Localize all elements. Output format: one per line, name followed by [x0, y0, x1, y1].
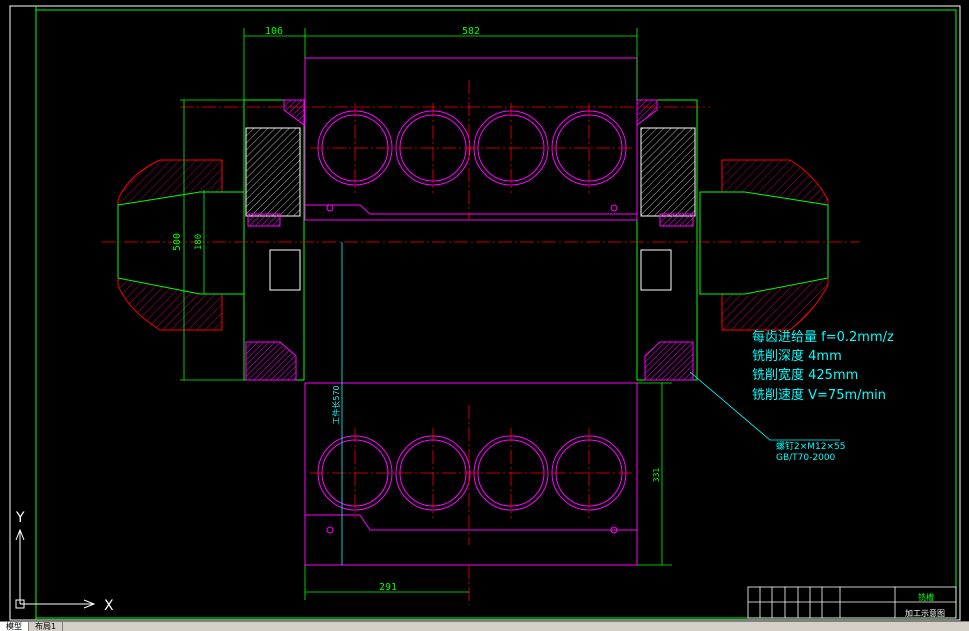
left-cutter-head — [243, 99, 305, 381]
dim-inner-height: 180 — [194, 234, 204, 250]
dim-left-height: 500 — [172, 233, 183, 251]
dim-top-left: 106 — [265, 26, 283, 37]
ucs-x-label: X — [104, 598, 114, 614]
note-feed: 每齿进给量 f=0.2mm/z — [752, 329, 894, 345]
bolt-note: 螺钉2×M12×55 — [776, 441, 845, 452]
dim-right-small: 331 — [652, 468, 661, 483]
dimension-lines — [180, 28, 672, 600]
note-width: 铣削宽度 425mm — [752, 367, 858, 383]
center-lines — [102, 80, 860, 605]
title-block-name: 铣槽 — [918, 592, 934, 602]
dim-top-width: 582 — [462, 26, 480, 37]
dim-bottom-width: 291 — [379, 582, 397, 593]
ucs-icon — [15, 528, 96, 609]
title-block-drawing-title: 加工示意图 — [905, 608, 945, 618]
note-depth: 铣削深度 4mm — [752, 348, 842, 364]
note-speed: 铣削速度 V=75m/min — [752, 387, 886, 403]
right-cutter-head — [636, 99, 698, 381]
cad-canvas[interactable]: 106 582 500 180 291 工件长570 331 每齿进给量 f=0… — [0, 0, 969, 630]
dim-vertical-cyan: 工件长570 — [331, 385, 341, 424]
bolt-standard: GB/T70-2000 — [776, 453, 836, 463]
ucs-y-label: Y — [15, 510, 25, 526]
right-spindle — [699, 159, 829, 331]
